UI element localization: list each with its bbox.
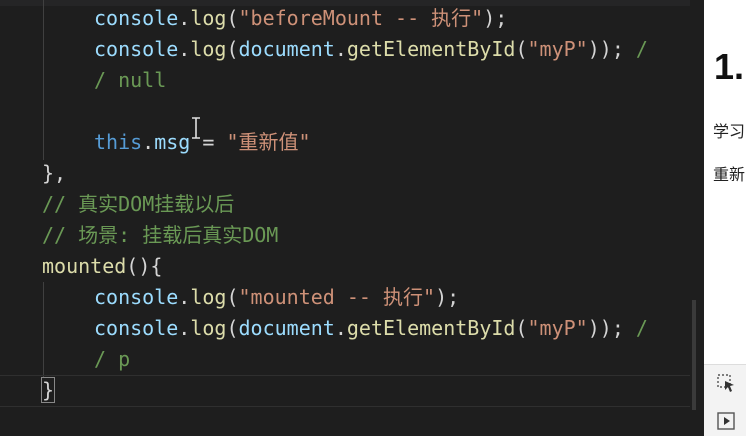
code-token: )); [587,37,636,61]
code-line[interactable]: console.log("mounted -- 执行"); [94,282,459,313]
preview-text: 学习 [713,124,746,141]
code-token: log [190,285,227,309]
code-token: { [150,254,163,278]
code-token: // 场景: 挂载后真实DOM [42,223,279,247]
code-token: . [334,37,347,61]
code-token: ( [515,316,528,340]
code-token: console [94,6,179,30]
code-token: . [142,130,155,154]
code-token: } [40,377,56,403]
code-token: ); [483,6,508,30]
code-token: "myP" [527,316,588,340]
current-line-highlight [0,375,690,407]
code-token: ); [435,285,460,309]
code-token: ( [515,37,528,61]
code-token: . [178,316,191,340]
select-element-icon[interactable] [716,373,736,393]
code-token: ( [226,6,239,30]
code-line[interactable]: console.log("beforeMount -- 执行"); [94,3,507,34]
code-token: mounted [42,254,127,278]
code-token: . [178,37,191,61]
code-token: ( [226,316,239,340]
code-line[interactable]: mounted(){ [42,251,162,282]
code-line[interactable]: // 场景: 挂载后真实DOM [42,220,278,251]
code-token: / null [94,68,167,92]
code-token: getElementById [346,316,516,340]
code-token: ( [226,37,239,61]
play-icon[interactable] [716,411,736,431]
code-token: ( [226,285,239,309]
code-token: this [94,130,143,154]
code-line[interactable]: console.log(document.getElementById("myP… [94,34,648,65]
code-token: log [190,37,227,61]
editor-scrollbar-thumb[interactable] [692,300,696,410]
code-line[interactable]: / p [94,344,130,375]
code-token: log [190,316,227,340]
code-line[interactable]: console.log(document.getElementById("myP… [94,313,648,344]
indent-guide [43,282,44,378]
code-line[interactable]: / null [94,65,166,96]
code-token: console [94,285,179,309]
code-line[interactable]: this.msg = "重新值" [94,127,311,158]
code-token: / p [94,347,131,371]
code-token: "myP" [527,37,588,61]
code-token: console [94,316,179,340]
code-token: msg [154,130,191,154]
preview-pane: 1. 学习 重新 [704,0,746,436]
code-token: log [190,6,227,30]
code-token: "beforeMount -- 执行" [238,6,484,30]
preview-heading: 1. [714,46,745,87]
preview-text: 重新 [713,167,746,184]
code-token: . [178,285,191,309]
code-token: / [635,316,648,340]
code-token: / [635,37,648,61]
code-token: // 真实DOM挂载以后 [42,192,235,216]
code-line[interactable]: }, [42,158,66,189]
code-editor[interactable]: console.log("beforeMount -- 执行"); console… [0,0,696,436]
mouse-ibeam-icon [192,117,200,139]
code-token: . [178,6,191,30]
code-token: () [126,254,151,278]
code-line[interactable]: } [40,375,56,406]
indent-guide [43,0,44,160]
preview-toolbar [704,364,746,436]
code-token: document [238,37,335,61]
code-token: "mounted -- 执行" [238,285,436,309]
code-token: console [94,37,179,61]
code-token: getElementById [346,37,516,61]
code-token: "重新值" [226,130,311,154]
code-token: )); [587,316,636,340]
code-token: }, [42,161,67,185]
code-token: document [238,316,335,340]
code-line[interactable]: // 真实DOM挂载以后 [42,189,234,220]
code-token: . [334,316,347,340]
